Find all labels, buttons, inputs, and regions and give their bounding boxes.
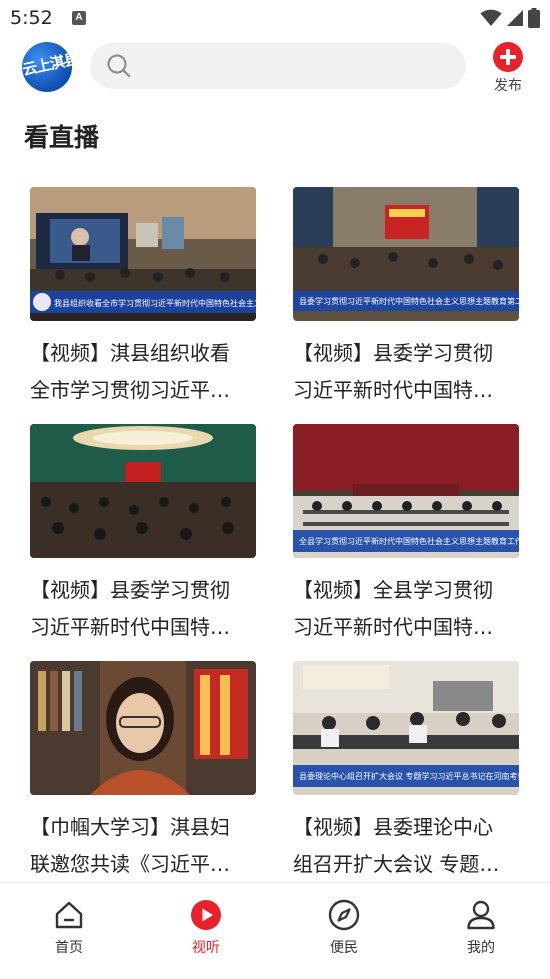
video-thumbnail[interactable]: 我县组织收看全市学习贯彻习近平新时代中国特色社会主义思想主题教育动员会 [30, 187, 256, 321]
video-ticker-text: 我县组织收看全市学习贯彻习近平新时代中国特色社会主义思想主题教育动员会 [54, 298, 256, 308]
video-title-line: 全市学习贯彻习近平… [30, 378, 230, 402]
compass-icon [328, 899, 360, 931]
nav-label: 便民 [330, 940, 358, 956]
nav-item-profile[interactable]: 我的 [441, 899, 521, 959]
video-title[interactable]: 【视频】淇县组织收看 全市学习贯彻习近平… [30, 335, 266, 413]
video-title-line: 【视频】全县学习贯彻 [293, 578, 493, 602]
publish-label: 发布 [494, 78, 522, 94]
home-icon [55, 901, 83, 929]
video-ticker-text: 县委理论中心组召开扩大会议 专题学习习近平总书记在河南考察时重要讲话精神 [299, 771, 519, 781]
status-indicators [480, 7, 540, 29]
video-card[interactable]: 【视频】县委学习贯彻 习近平新时代中国特… [30, 424, 256, 652]
status-time: 5:52 [10, 7, 53, 29]
video-grid: 我县组织收看全市学习贯彻习近平新时代中国特色社会主义思想主题教育动员会 【视频】… [30, 187, 520, 880]
logo-text: 云上淇县 [22, 49, 72, 79]
video-thumbnail[interactable] [30, 661, 256, 795]
video-title-line: 【视频】淇县组织收看 [30, 341, 230, 365]
video-card[interactable]: 县委理论中心组召开扩大会议 专题学习习近平总书记在河南考察时重要讲话精神 【视频… [293, 661, 519, 880]
video-thumbnail[interactable]: 县委学习贯彻习近平新时代中国特色社会主义思想主题教育第二期读书班集中研讨 [293, 187, 519, 321]
nav-label: 我的 [467, 940, 495, 956]
video-card[interactable]: 县委学习贯彻习近平新时代中国特色社会主义思想主题教育第二期读书班集中研讨 【视频… [293, 187, 519, 415]
nav-item-services[interactable]: 便民 [304, 899, 384, 959]
video-title-line: 【视频】县委理论中心 [293, 815, 493, 839]
video-title-line: 联邀您共读《习近平… [30, 852, 230, 876]
video-ticker-text: 全县学习贯彻习近平新时代中国特色社会主义思想主题教育工作会议召开 [299, 536, 519, 546]
video-thumbnail[interactable] [30, 424, 256, 558]
battery-icon [528, 8, 540, 28]
nav-label: 首页 [55, 940, 83, 956]
status-bar: 5:52 A [0, 0, 550, 36]
video-thumbnail[interactable]: 全县学习贯彻习近平新时代中国特色社会主义思想主题教育工作会议召开 [293, 424, 519, 558]
plus-circle-icon [493, 42, 523, 72]
video-title-line: 习近平新时代中国特… [293, 378, 493, 402]
wifi-icon [480, 9, 502, 26]
video-title[interactable]: 【巾帼大学习】淇县妇 联邀您共读《习近平… [30, 809, 266, 880]
video-card[interactable]: 我县组织收看全市学习贯彻习近平新时代中国特色社会主义思想主题教育动员会 【视频】… [30, 187, 256, 415]
video-title-line: 【视频】县委学习贯彻 [30, 578, 230, 602]
notification-icon: A [72, 11, 86, 25]
video-card[interactable]: 【巾帼大学习】淇县妇 联邀您共读《习近平… [30, 661, 256, 880]
app-logo[interactable]: 云上淇县 [22, 42, 72, 92]
user-icon [467, 900, 495, 930]
search-icon [107, 54, 131, 78]
video-title-line: 习近平新时代中国特… [30, 615, 230, 639]
video-title[interactable]: 【视频】县委理论中心 组召开扩大会议 专题… [293, 809, 520, 880]
video-card[interactable]: 全县学习贯彻习近平新时代中国特色社会主义思想主题教育工作会议召开 【视频】全县学… [293, 424, 519, 652]
bottom-navigation: 首页 视听 便民 我的 [0, 882, 550, 979]
video-title-line: 【视频】县委学习贯彻 [293, 341, 493, 365]
video-title[interactable]: 【视频】县委学习贯彻 习近平新时代中国特… [30, 572, 266, 650]
top-header: 云上淇县 发布 [0, 36, 550, 100]
video-title[interactable]: 【视频】全县学习贯彻 习近平新时代中国特… [293, 572, 520, 650]
nav-item-media[interactable]: 视听 [166, 899, 246, 959]
signal-icon [507, 10, 523, 26]
video-thumbnail[interactable]: 县委理论中心组召开扩大会议 专题学习习近平总书记在河南考察时重要讲话精神 [293, 661, 519, 795]
publish-button[interactable]: 发布 [488, 42, 528, 98]
video-ticker-text: 县委学习贯彻习近平新时代中国特色社会主义思想主题教育第二期读书班集中研讨 [299, 296, 519, 306]
nav-item-home[interactable]: 首页 [29, 899, 109, 959]
video-title-line: 组召开扩大会议 专题… [293, 852, 500, 876]
play-icon [191, 900, 221, 930]
video-title-line: 【巾帼大学习】淇县妇 [30, 815, 230, 839]
nav-label: 视听 [192, 940, 220, 956]
video-title[interactable]: 【视频】县委学习贯彻 习近平新时代中国特… [293, 335, 520, 413]
video-title-line: 习近平新时代中国特… [293, 615, 493, 639]
page-title: 看直播 [24, 123, 100, 152]
search-bar[interactable] [90, 43, 466, 89]
